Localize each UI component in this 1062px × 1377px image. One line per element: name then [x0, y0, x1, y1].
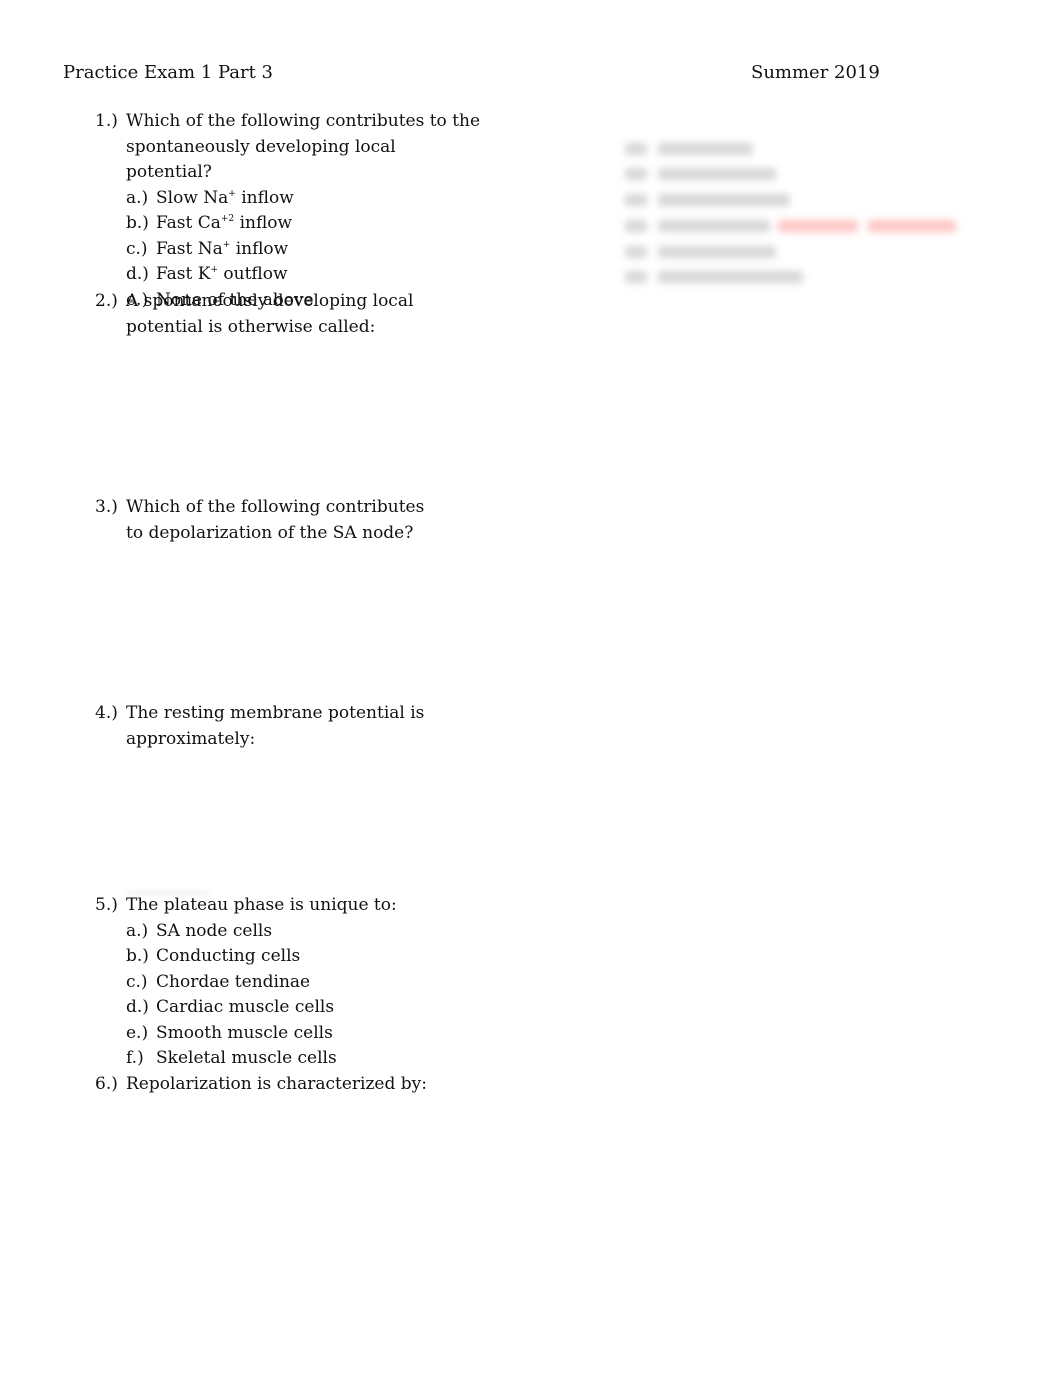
blurred-bar	[658, 246, 776, 258]
question-text: Which of the following contributes to de…	[126, 497, 425, 543]
option-c: c.) Chordae tendinae	[126, 970, 486, 996]
option-text: Skeletal muscle cells	[156, 1048, 337, 1068]
question-number: 2.)	[95, 291, 118, 311]
option-list: a.) SA node cells b.) Conducting cells c.)…	[126, 919, 486, 1072]
question-text: The plateau phase is unique to:	[126, 895, 397, 915]
option-label: a.)	[126, 187, 149, 208]
blurred-bar	[658, 143, 753, 155]
option-a: a.) Slow Na+ inflow	[126, 186, 486, 212]
option-label: b.)	[126, 946, 149, 966]
option-label: c.)	[126, 971, 148, 992]
option-label: e.)	[126, 1022, 149, 1043]
question-number: 1.)	[95, 111, 118, 131]
option-text: Chordae tendinae	[156, 971, 311, 992]
blurred-bar	[658, 194, 790, 206]
blurred-bar	[625, 246, 647, 258]
blurred-bar	[658, 271, 803, 283]
blurred-bar	[625, 143, 647, 155]
option-text: Cardiac muscle cells	[156, 997, 335, 1017]
question-number: 5.)	[95, 895, 118, 915]
option-label: b.)	[126, 213, 149, 233]
blurred-answer-region	[620, 135, 970, 295]
question-1: 1.) Which of the following contributes t…	[95, 109, 486, 313]
option-label: f.)	[126, 1048, 144, 1068]
document-title: Practice Exam 1 Part 3	[63, 62, 274, 83]
blurred-bar	[658, 168, 776, 180]
option-label: c.)	[126, 238, 148, 259]
question-number: 3.)	[95, 497, 118, 517]
question-text: Which of the following contributes to th…	[126, 111, 481, 182]
question-5: 5.) The plateau phase is unique to: a.) S…	[95, 893, 486, 1072]
question-text: Repolarization is characterized by:	[126, 1074, 427, 1094]
option-e: e.) Smooth muscle cells	[126, 1021, 486, 1047]
option-a: a.) SA node cells	[126, 919, 486, 945]
option-b: b.) Conducting cells	[126, 944, 486, 970]
blurred-bar	[625, 271, 647, 283]
question-2: 2.) A spontaneously developing local pot…	[95, 289, 486, 340]
option-text: Conducting cells	[156, 946, 301, 966]
blurred-highlight	[868, 220, 956, 232]
question-text: A spontaneously developing local potenti…	[126, 291, 414, 337]
option-text: Smooth muscle cells	[156, 1022, 333, 1043]
option-label: a.)	[126, 920, 149, 941]
option-label: d.)	[126, 264, 149, 284]
blurred-bar	[625, 168, 647, 180]
option-text: Fast Ca+2 inflow	[156, 213, 293, 233]
question-number: 6.)	[95, 1074, 118, 1094]
question-text: The resting membrane potential is approx…	[126, 703, 425, 749]
blurred-bar	[658, 220, 770, 232]
option-d: d.) Fast K+ outflow	[126, 262, 486, 288]
blurred-bar	[625, 220, 647, 232]
option-d: d.) Cardiac muscle cells	[126, 995, 486, 1021]
question-number: 4.)	[95, 703, 118, 723]
option-text: Fast K+ outflow	[156, 264, 288, 284]
option-f: f.) Skeletal muscle cells	[126, 1046, 486, 1072]
question-4: 4.) The resting membrane potential is ap…	[95, 701, 426, 752]
option-b: b.) Fast Ca+2 inflow	[126, 211, 486, 237]
option-c: c.) Fast Na+ inflow	[126, 237, 486, 263]
blurred-bar	[625, 194, 647, 206]
term-label: Summer 2019	[751, 62, 880, 83]
option-text: Fast Na+ inflow	[156, 238, 289, 259]
blurred-highlight	[778, 220, 858, 232]
option-text: Slow Na+ inflow	[156, 187, 294, 208]
question-3: 3.) Which of the following contributes t…	[95, 495, 426, 546]
question-6: 6.) Repolarization is characterized by:	[95, 1072, 486, 1098]
option-label: d.)	[126, 997, 149, 1017]
option-text: SA node cells	[156, 920, 273, 941]
